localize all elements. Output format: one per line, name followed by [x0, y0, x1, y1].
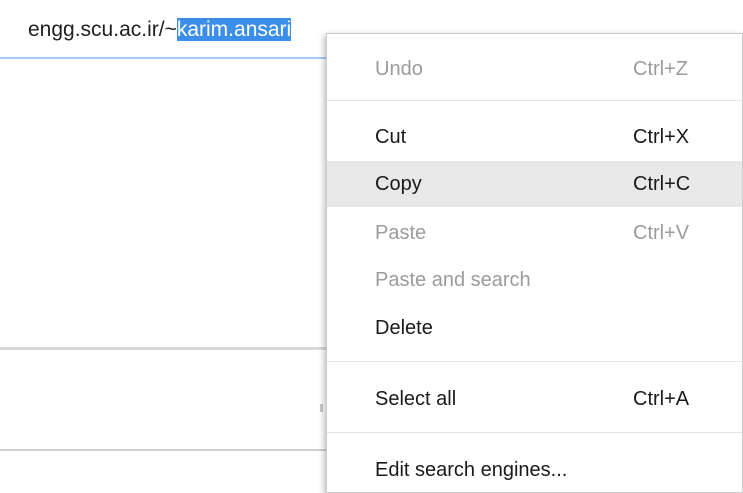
- menu-item-shortcut: Ctrl+Z: [633, 58, 688, 80]
- context-menu: Undo Ctrl+Z Cut Ctrl+X Copy Ctrl+C Paste…: [326, 33, 743, 493]
- menu-item-edit-search-engines[interactable]: Edit search engines...: [327, 447, 742, 493]
- menu-item-label: Copy: [375, 173, 422, 195]
- menu-item-select-all[interactable]: Select all Ctrl+A: [327, 376, 742, 422]
- url-prefix: engg.scu.ac.ir/~: [28, 18, 177, 41]
- page-divider: [0, 347, 330, 350]
- menu-item-shortcut: Ctrl+A: [633, 388, 690, 410]
- menu-item-label: Paste: [375, 222, 427, 244]
- menu-item-label: Cut: [375, 126, 407, 148]
- address-bar-text[interactable]: engg.scu.ac.ir/~karim.ansari: [28, 16, 292, 44]
- page-mark: [320, 404, 323, 412]
- menu-item-undo[interactable]: Undo Ctrl+Z: [327, 46, 742, 92]
- url-selected-text: karim.ansari: [176, 18, 292, 41]
- menu-item-label: Delete: [375, 317, 433, 339]
- menu-item-paste[interactable]: Paste Ctrl+V: [327, 210, 742, 256]
- menu-item-label: Undo: [375, 58, 423, 80]
- menu-separator: [327, 361, 742, 362]
- menu-item-copy[interactable]: Copy Ctrl+C: [327, 161, 742, 207]
- menu-separator: [327, 432, 742, 433]
- menu-item-shortcut: Ctrl+X: [633, 126, 690, 148]
- menu-item-shortcut: Ctrl+V: [633, 222, 690, 244]
- menu-item-shortcut: Ctrl+C: [633, 173, 691, 195]
- menu-separator: [327, 100, 742, 101]
- menu-item-label: Paste and search: [375, 269, 531, 291]
- menu-item-cut[interactable]: Cut Ctrl+X: [327, 114, 742, 160]
- page-divider: [0, 449, 330, 451]
- menu-item-paste-and-search[interactable]: Paste and search: [327, 257, 742, 303]
- menu-item-delete[interactable]: Delete: [327, 305, 742, 351]
- menu-item-label: Select all: [375, 388, 457, 410]
- menu-item-label: Edit search engines...: [375, 459, 568, 481]
